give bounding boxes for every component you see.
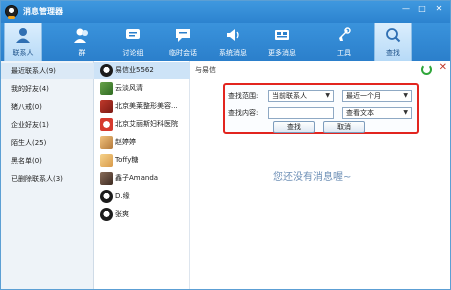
contact-name: 张爽 — [115, 210, 129, 218]
avatar — [100, 136, 113, 149]
search-range-label: 查找范围: — [228, 92, 259, 100]
group-icon — [74, 28, 88, 43]
avatar — [100, 64, 113, 77]
contact-item[interactable]: 鑫子Amanda — [94, 170, 190, 187]
search-icon — [386, 28, 401, 43]
search-content-input[interactable] — [268, 107, 334, 119]
avatar — [100, 82, 113, 95]
tab-group-label: 群 — [78, 49, 86, 57]
minimize-button[interactable]: — — [399, 4, 413, 15]
tab-contacts[interactable]: 联系人 — [4, 23, 42, 61]
group-item-recent[interactable]: 最近联系人(9) — [1, 63, 94, 79]
search-period-value: 最近一个月 — [346, 92, 381, 100]
contact-item[interactable]: 北京美莱整形美容... — [94, 98, 190, 115]
contact-item[interactable]: D.缘 — [94, 188, 190, 205]
maximize-button[interactable]: □ — [415, 4, 429, 15]
contact-name: 北京艾丽斯妇科医院 — [115, 120, 178, 128]
contact-name: 云淡风清 — [115, 84, 143, 92]
tab-group[interactable]: 群 — [63, 23, 101, 61]
group-item-enterprise-friends[interactable]: 企业好友(1) — [1, 117, 94, 133]
tab-system-message[interactable]: 系统消息 — [213, 23, 253, 61]
search-panel: 查找范围: 当前联系人 ▼ 最近一个月 ▼ 查找内容: 查看文本 ▼ 查找 取消 — [223, 83, 419, 134]
refresh-icon[interactable] — [421, 64, 432, 75]
contact-item[interactable]: Toffy糖 — [94, 152, 190, 169]
avatar — [100, 190, 113, 203]
close-button[interactable]: ✕ — [432, 4, 446, 15]
toolbar: 联系人 群 讨论组 临时会话 系统消息 更多消息 工具 查找 — [1, 23, 450, 61]
conversation-with-label: 与易信 — [195, 66, 216, 74]
contact-item[interactable]: 云淡风清 — [94, 80, 190, 97]
qq-penguin-icon — [5, 5, 18, 19]
tab-search[interactable]: 查找 — [374, 23, 412, 61]
contact-name: 易信业5562 — [115, 66, 154, 74]
contact-name: D.缘 — [115, 192, 130, 200]
search-period-select[interactable]: 最近一个月 ▼ — [342, 90, 412, 102]
find-button[interactable]: 查找 — [273, 121, 315, 133]
group-list: 最近联系人(9) 我的好友(4) 猪八戒(0) 企业好友(1) 陌生人(25) … — [1, 61, 94, 289]
chevron-down-icon: ▼ — [403, 109, 408, 116]
discussion-group-icon — [126, 29, 140, 39]
more-messages-icon — [275, 30, 289, 40]
delete-icon[interactable]: ✕ — [439, 62, 447, 73]
avatar — [100, 172, 113, 185]
contact-item[interactable]: 北京艾丽斯妇科医院 — [94, 116, 190, 133]
avatar — [100, 118, 113, 131]
search-view-select[interactable]: 查看文本 ▼ — [342, 107, 412, 119]
tab-more-messages[interactable]: 更多消息 — [262, 23, 302, 61]
tab-more-messages-label: 更多消息 — [268, 49, 296, 57]
contact-name: 赵婷婷 — [115, 138, 136, 146]
search-range-value: 当前联系人 — [272, 92, 307, 100]
contact-list: 易信业5562 云淡风清 北京美莱整形美容... 北京艾丽斯妇科医院 赵婷婷 T… — [94, 61, 190, 289]
contacts-icon — [16, 28, 30, 43]
window-title: 消息管理器 — [23, 7, 63, 16]
tab-temp-session[interactable]: 临时会话 — [164, 23, 202, 61]
empty-message-text: 您还没有消息喔~ — [273, 172, 352, 183]
avatar — [100, 100, 113, 113]
contact-item[interactable]: 张爽 — [94, 206, 190, 223]
system-message-icon — [227, 29, 239, 41]
tab-search-label: 查找 — [386, 49, 400, 57]
tools-icon — [339, 27, 351, 41]
cancel-button[interactable]: 取消 — [323, 121, 365, 133]
tab-discussion-group[interactable]: 讨论组 — [114, 23, 152, 61]
group-item-strangers[interactable]: 陌生人(25) — [1, 135, 94, 151]
contact-name: Toffy糖 — [115, 156, 139, 164]
chevron-down-icon: ▼ — [403, 92, 408, 99]
avatar — [100, 208, 113, 221]
search-view-value: 查看文本 — [346, 109, 374, 117]
contact-name: 北京美莱整形美容... — [115, 102, 178, 110]
search-range-select[interactable]: 当前联系人 ▼ — [268, 90, 334, 102]
tab-system-message-label: 系统消息 — [219, 49, 247, 57]
group-item-deleted-contacts[interactable]: 已删除联系人(3) — [1, 171, 94, 187]
group-item-zhubajie[interactable]: 猪八戒(0) — [1, 99, 94, 115]
contact-item[interactable]: 赵婷婷 — [94, 134, 190, 151]
group-item-blacklist[interactable]: 黑名单(0) — [1, 153, 94, 169]
tab-temp-session-label: 临时会话 — [169, 49, 197, 57]
group-item-my-friends[interactable]: 我的好友(4) — [1, 81, 94, 97]
message-manager-window: 消息管理器 — □ ✕ 联系人 群 讨论组 临时会话 系统消息 更多消息 工具 … — [0, 0, 451, 290]
contact-name: 鑫子Amanda — [115, 174, 159, 182]
tab-tools-label: 工具 — [337, 49, 351, 57]
avatar — [100, 154, 113, 167]
tab-discussion-group-label: 讨论组 — [122, 49, 144, 57]
title-bar: 消息管理器 — □ ✕ — [1, 1, 450, 23]
tab-tools[interactable]: 工具 — [325, 23, 363, 61]
tab-contacts-label: 联系人 — [12, 49, 34, 57]
search-content-label: 查找内容: — [228, 109, 259, 117]
chevron-down-icon: ▼ — [325, 92, 330, 99]
temp-session-icon — [176, 29, 190, 42]
contact-item[interactable]: 易信业5562 — [94, 62, 190, 79]
